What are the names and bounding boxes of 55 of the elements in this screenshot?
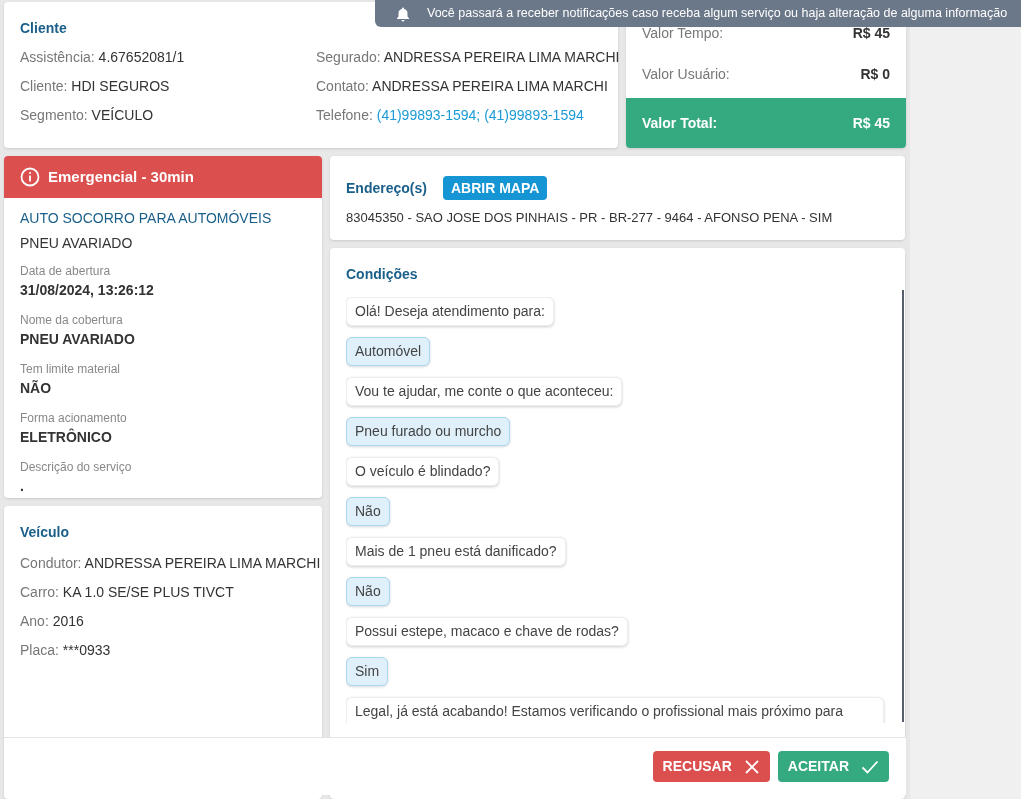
message-bubble: Possui estepe, macaco e chave de rodas? xyxy=(346,617,628,646)
section-title: Cliente xyxy=(20,19,67,38)
field-value: . xyxy=(20,477,24,496)
vehicle-field: Placa: ***0933 xyxy=(20,640,111,661)
vehicle-field: Ano: 2016 xyxy=(20,611,84,632)
scrollbar-thumb[interactable] xyxy=(902,290,904,722)
field-label: Telefone: xyxy=(316,107,374,123)
client-field: Assistência: 4.67652081/1 xyxy=(20,47,185,68)
value-label: Valor Total: xyxy=(642,113,718,133)
close-icon xyxy=(743,758,760,775)
message-bubble: Mais de 1 pneu está danificado? xyxy=(346,537,566,566)
field-label: Data de abertura xyxy=(20,263,111,280)
service-subtitle: PNEU AVARIADO xyxy=(20,234,133,253)
answer-bubble: Automóvel xyxy=(346,337,431,366)
accept-button[interactable]: ACEITAR xyxy=(777,751,889,782)
phone-link[interactable]: (41)99893-1594; (41)99893-1594 xyxy=(376,107,584,123)
answer-bubble: Não xyxy=(346,497,390,526)
client-field: Contato: ANDRESSA PEREIRA LIMA MARCHI xyxy=(316,76,608,97)
field-value: ELETRÔNICO xyxy=(20,427,112,447)
field-label: Forma acionamento xyxy=(20,410,127,427)
refuse-button[interactable]: RECUSAR xyxy=(652,751,770,782)
value-label: Valor Usuário: xyxy=(642,64,730,84)
section-title: Endereço(s) xyxy=(346,178,427,198)
priority-label: Emergencial - 30min xyxy=(48,166,194,187)
field-label: Tem limite material xyxy=(20,361,121,378)
message-bubble: Vou te ajudar, me conte o que aconteceu: xyxy=(346,377,623,406)
answer-bubble: Pneu furado ou murcho xyxy=(346,417,511,446)
field-label: Nome da cobertura xyxy=(20,312,123,329)
field-value: 31/08/2024, 13:26:12 xyxy=(20,281,154,300)
service-title: AUTO SOCORRO PARA AUTOMÓVEIS xyxy=(20,209,272,228)
value-amount: R$ 45 xyxy=(852,24,890,43)
message-bubble: Olá! Deseja atendimento para: xyxy=(346,297,554,326)
notification-text: Você passará a receber notificações caso receba algum serviço ou haja alteração de alguma informação xyxy=(427,5,1008,23)
value-label: Valor Tempo: xyxy=(642,24,724,43)
client-field: Cliente: HDI SEGUROS xyxy=(20,76,170,97)
section-title: Condições xyxy=(346,265,418,284)
vehicle-field: Condutor: ANDRESSA PEREIRA LIMA MARCHI xyxy=(20,553,321,574)
message-bubble: O veículo é blindado? xyxy=(346,457,500,486)
field-value: NÃO xyxy=(20,379,52,398)
address-text: 83045350 - SAO JOSE DOS PINHAIS - PR - BR-277 - 9464 - AFONSO PENA - SIM xyxy=(346,209,833,227)
field-value: PNEU AVARIADO xyxy=(20,330,135,349)
message-bubble: Legal, já está acabando! Estamos verificando o profissional mais próximo para xyxy=(346,697,884,723)
answer-bubble: Não xyxy=(346,577,390,606)
answer-bubble: Sim xyxy=(346,657,389,686)
info-icon xyxy=(20,167,40,187)
value-amount: R$ 0 xyxy=(860,64,890,84)
field-label: Descrição do serviço xyxy=(20,459,132,476)
client-field: Segmento: VEÍCULO xyxy=(20,105,154,126)
bell-icon xyxy=(395,5,411,22)
client-field: Segurado: ANDRESSA PEREIRA LIMA MARCHI xyxy=(316,47,620,68)
open-map-button[interactable]: ABRIR MAPA xyxy=(442,176,548,200)
section-title: Veículo xyxy=(20,523,70,542)
vehicle-field: Carro: KA 1.0 SE/SE PLUS TIVCT xyxy=(20,582,234,603)
check-icon xyxy=(861,758,879,775)
value-amount: R$ 45 xyxy=(852,113,890,133)
